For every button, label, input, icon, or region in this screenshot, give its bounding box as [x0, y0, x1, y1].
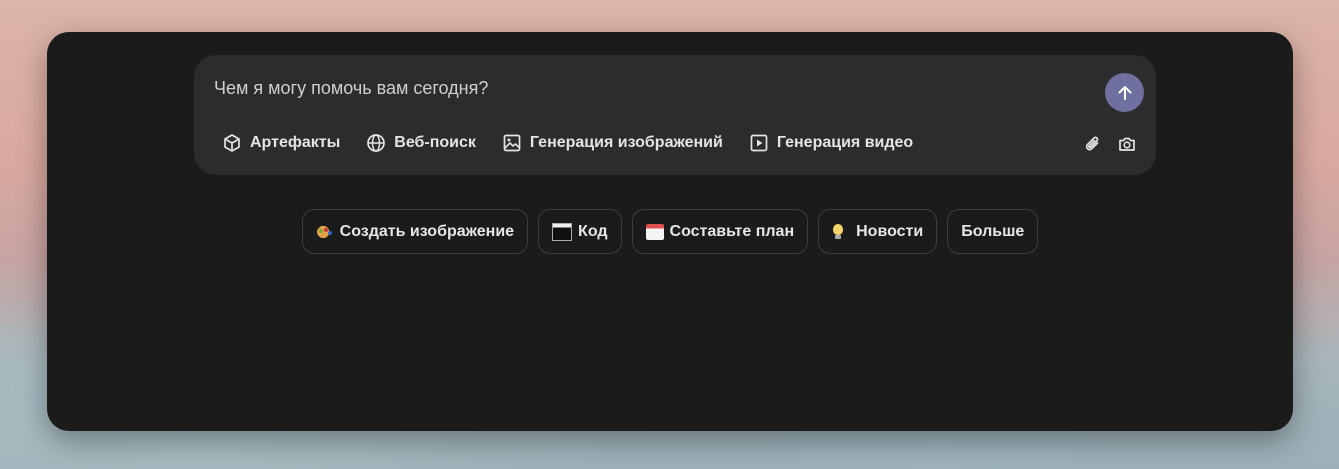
chip-more[interactable]: Больше	[947, 209, 1039, 254]
tool-image-generation[interactable]: Генерация изображений	[502, 133, 723, 153]
chip-news[interactable]: Новости	[818, 209, 938, 254]
composer-right-tools	[1082, 133, 1138, 155]
paperclip-icon	[1085, 136, 1099, 151]
video-play-icon	[750, 134, 768, 152]
palette-icon	[315, 223, 334, 240]
composer-tools: Артефакты Веб-поиск Генерация изображени…	[222, 133, 939, 153]
lightbulb-icon	[832, 223, 850, 240]
terminal-icon	[552, 222, 573, 241]
camera-button[interactable]	[1116, 133, 1138, 155]
tool-image-generation-label: Генерация изображений	[529, 134, 723, 151]
arrow-up-icon	[1118, 85, 1131, 100]
chat-panel: Артефакты Веб-поиск Генерация изображени…	[47, 32, 1293, 431]
tool-video-generation-label: Генерация видео	[776, 134, 914, 151]
globe-icon	[367, 134, 386, 152]
chip-create-image[interactable]: Создать изображение	[301, 209, 529, 254]
chip-make-plan[interactable]: Составьте план	[631, 209, 809, 254]
tool-artifacts[interactable]: Артефакты	[222, 133, 340, 153]
tool-web-search-label: Веб-поиск	[394, 134, 476, 151]
suggestion-chips: Создать изображение Код Составьте план Н…	[47, 209, 1293, 254]
calendar-icon	[645, 223, 664, 240]
tool-web-search[interactable]: Веб-поиск	[366, 133, 476, 153]
composer: Артефакты Веб-поиск Генерация изображени…	[194, 55, 1156, 175]
chip-more-label: Больше	[961, 222, 1025, 240]
cube-icon	[224, 134, 240, 152]
chip-news-label: Новости	[856, 222, 924, 240]
prompt-input[interactable]	[214, 77, 1074, 99]
attach-button[interactable]	[1082, 133, 1104, 155]
tool-video-generation[interactable]: Генерация видео	[749, 133, 913, 153]
image-icon	[503, 134, 521, 152]
chip-code-label: Код	[578, 222, 608, 240]
chip-create-image-label: Создать изображение	[339, 222, 515, 240]
chip-code[interactable]: Код	[538, 209, 622, 254]
send-button[interactable]	[1105, 73, 1144, 112]
tool-artifacts-label: Артефакты	[250, 134, 341, 151]
camera-icon	[1119, 137, 1135, 151]
chip-make-plan-label: Составьте план	[669, 222, 795, 240]
